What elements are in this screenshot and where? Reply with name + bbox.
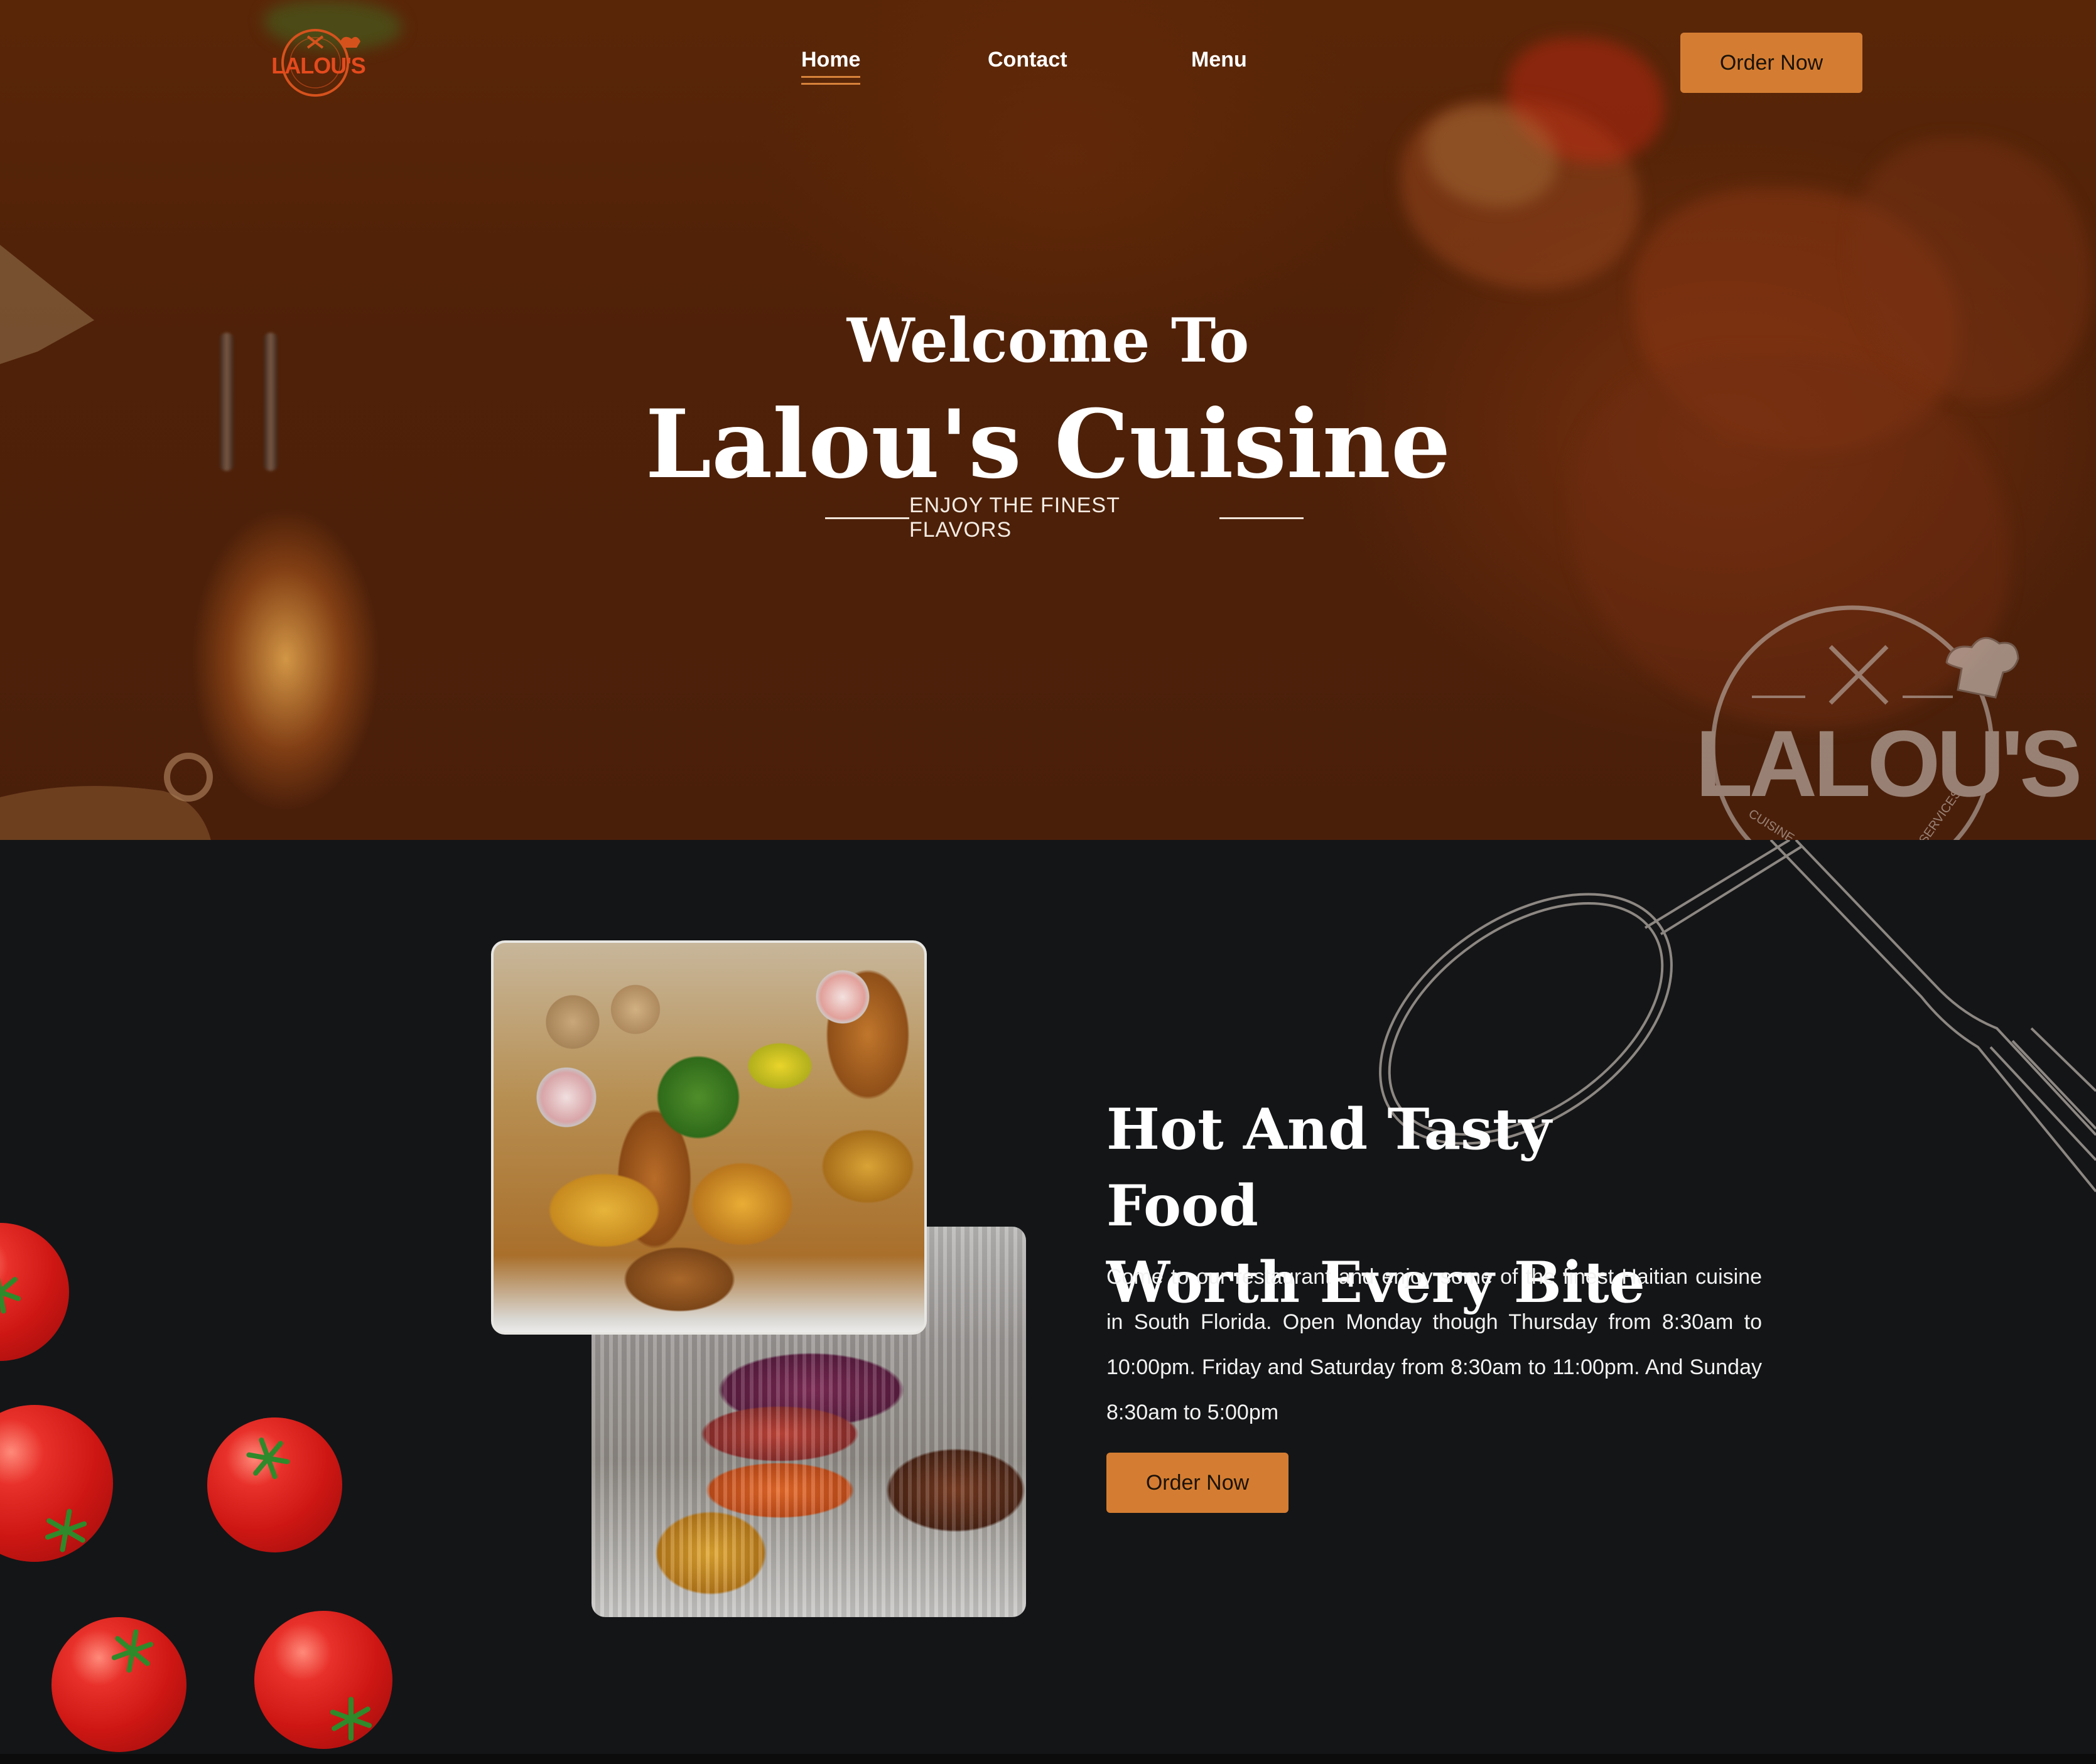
hero-tagline: ENJOY THE FINEST FLAVORS [909,493,1120,542]
order-now-button-body[interactable]: Order Now [1106,1453,1288,1513]
fried-platter-photo [491,940,927,1335]
fork-icon [1769,840,2096,1193]
hero-section: LALOU'S Home Contact Menu Order Now Welc… [0,0,2096,840]
about-body-text: Come to our restaurant and enjoy some of… [1106,1265,1762,1424]
tomato-image [51,1617,186,1752]
tagline-divider-right [1219,517,1304,519]
footer-edge [0,1754,2096,1764]
hero-title: Lalou's Cuisine [645,389,1451,500]
nav-contact-link[interactable]: Contact [988,48,1067,72]
tomato-image [254,1611,392,1749]
order-now-button-header[interactable]: Order Now [1680,33,1862,93]
about-headline-line1: Hot And Tasty Food [1106,1096,1552,1239]
hero-welcome-text: Welcome To [846,305,1250,376]
hero-tagline-row: ENJOY THE FINEST FLAVORS [825,493,1304,542]
tomato-image [0,1405,113,1562]
nav-menu-link[interactable]: Menu [1191,48,1247,72]
tomato-image [207,1417,342,1552]
watermark-logo: LALOU'S CUISINE SERVICES [1695,603,2082,840]
nav-home-link[interactable]: Home [801,48,861,85]
watermark-text: LALOU'S [1695,711,2082,816]
bg-cutting-board [0,753,213,840]
tomato-image [0,1223,69,1361]
about-section: Hot And Tasty Food Worth Every Bite Come… [0,840,2096,1754]
tagline-divider-left [825,517,909,519]
